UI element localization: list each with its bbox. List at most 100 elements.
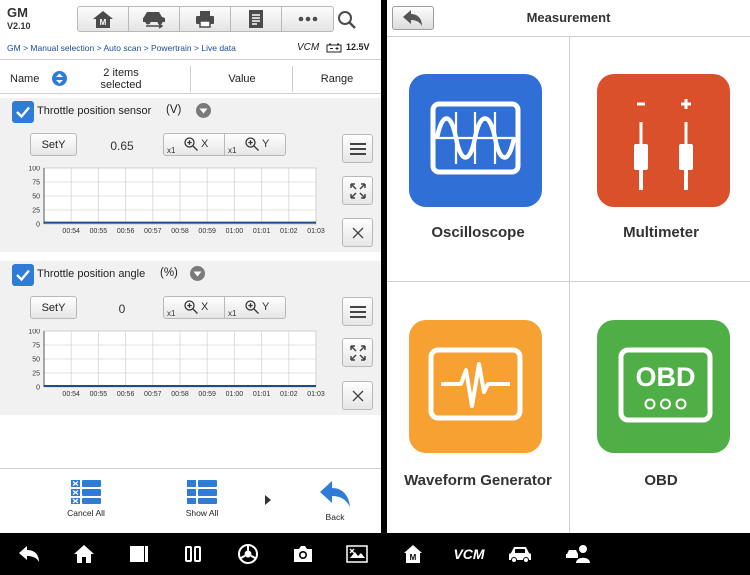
x-tick-label: 00:56	[117, 391, 135, 398]
tile-label: Oscilloscope	[431, 224, 525, 241]
back-icon	[19, 546, 39, 562]
close-graph-button[interactable]	[342, 218, 373, 247]
menu-button[interactable]	[342, 134, 373, 163]
back-arrow-icon	[320, 481, 350, 507]
vcm-label: VCM	[453, 546, 485, 562]
obd-icon: OBD	[597, 320, 730, 453]
breadcrumb-separator: >	[96, 43, 102, 53]
sensor-checkbox[interactable]	[12, 101, 34, 123]
x-tick-label: 00:56	[117, 228, 135, 235]
column-header: Name 2 items selected Value Range	[0, 64, 381, 94]
x-tick-label: 01:03	[307, 391, 325, 398]
search-button[interactable]	[336, 9, 358, 31]
tile-obd[interactable]: OBD OBD	[570, 282, 750, 526]
nav-recent-apps-button[interactable]	[178, 541, 208, 567]
breadcrumb-item[interactable]: Powertrain	[151, 43, 192, 53]
sensor-value: 0	[118, 302, 126, 316]
column-range-header: Range	[320, 73, 354, 85]
expand-icon	[349, 344, 366, 361]
zoom-y-button[interactable]: x1 Y	[225, 297, 285, 318]
nav-vehicle-button[interactable]	[505, 541, 535, 567]
show-all-button[interactable]: Show All	[174, 479, 230, 518]
cancel-all-label: Cancel All	[67, 508, 105, 518]
y-tick-label: 100	[28, 329, 40, 336]
y-tick-label: 50	[32, 357, 40, 364]
more-arrow-icon[interactable]	[264, 495, 272, 505]
breadcrumb-item[interactable]: Auto scan	[103, 43, 141, 53]
sensor-options-dropdown[interactable]	[190, 266, 205, 281]
menu-button[interactable]	[342, 297, 373, 326]
x-tick-label: 00:55	[90, 228, 108, 235]
column-value-header: Value	[228, 73, 256, 85]
tile-oscilloscope[interactable]: Oscilloscope	[387, 37, 569, 281]
zoom-x-button[interactable]: x1 X	[164, 297, 225, 318]
nav-diagnostics-home-button[interactable]: M	[398, 541, 428, 567]
x-tick-label: 01:01	[253, 391, 271, 398]
live-data-panel: GM V2.10 M GM > Manual selection > Auto …	[0, 0, 381, 533]
nav-window-button[interactable]	[124, 541, 154, 567]
home-icon	[74, 545, 94, 563]
more-button[interactable]	[282, 7, 333, 31]
x-tick-label: 01:02	[280, 228, 298, 235]
sety-button[interactable]: SetY	[30, 296, 77, 319]
nav-back-button[interactable]	[14, 541, 44, 567]
cancel-all-button[interactable]: Cancel All	[58, 479, 114, 518]
checkmark-icon	[16, 269, 30, 282]
nav-home-button[interactable]	[69, 541, 99, 567]
zoom-factor: x1	[228, 309, 237, 318]
remote-assist-icon	[566, 545, 590, 563]
x-tick-label: 00:59	[198, 391, 216, 398]
zoom-factor: x1	[167, 309, 176, 318]
vehicle-swap-button[interactable]	[129, 7, 180, 31]
y-tick-label: 75	[32, 180, 40, 187]
sety-button[interactable]: SetY	[30, 133, 77, 156]
zoom-y-button[interactable]: x1 Y	[225, 134, 285, 155]
report-button[interactable]	[231, 7, 282, 31]
hamburger-icon	[349, 305, 366, 318]
breadcrumb-item[interactable]: Manual selection	[30, 43, 94, 53]
nav-screenshot-button[interactable]	[342, 541, 372, 567]
module-label: VCM	[297, 42, 320, 53]
close-icon	[352, 390, 363, 401]
tile-waveform-generator[interactable]: Waveform Generator	[387, 282, 569, 526]
nav-remote-button[interactable]	[563, 541, 593, 567]
car-swap-icon	[143, 12, 165, 29]
sensor-row: Throttle position angle (%) SetY 0 x1 X …	[0, 261, 381, 415]
screenshot-icon	[346, 545, 368, 563]
print-button[interactable]	[180, 7, 231, 31]
x-tick-label: 00:57	[144, 391, 162, 398]
back-button[interactable]: Back	[308, 479, 362, 522]
zoom-controls: x1 X x1 Y	[163, 133, 286, 156]
nav-camera-button[interactable]	[288, 541, 318, 567]
sensor-checkbox[interactable]	[12, 264, 34, 286]
nav-browser-button[interactable]	[233, 541, 263, 567]
expand-button[interactable]	[342, 176, 373, 205]
page-title: Measurement	[526, 10, 611, 25]
car-icon	[509, 547, 531, 563]
close-graph-button[interactable]	[342, 381, 373, 410]
multimeter-icon	[597, 74, 730, 207]
breadcrumb-item[interactable]: GM	[7, 43, 21, 53]
home-button[interactable]: M	[78, 7, 129, 31]
battery-voltage: 12.5V	[346, 42, 370, 52]
zoom-factor: x1	[167, 146, 176, 155]
recent-apps-icon	[185, 546, 201, 562]
bottom-action-bar: Cancel All Show All Back	[0, 468, 381, 533]
zoom-x-button[interactable]: x1 X	[164, 134, 225, 155]
browser-icon	[238, 544, 258, 564]
sensor-row: Throttle position sensor (V) SetY 0.65 x…	[0, 98, 381, 252]
home-m-icon: M	[404, 545, 422, 563]
sort-button[interactable]	[52, 71, 67, 86]
zoom-factor: x1	[228, 146, 237, 155]
brand-block: GM V2.10	[7, 5, 31, 31]
toolbar-button-group: M	[77, 6, 334, 32]
tile-multimeter[interactable]: Multimeter	[570, 37, 750, 281]
waveform-icon	[409, 320, 542, 453]
expand-button[interactable]	[342, 338, 373, 367]
x-tick-label: 00:54	[62, 228, 80, 235]
x-tick-label: 01:03	[307, 228, 325, 235]
sensor-options-dropdown[interactable]	[196, 103, 211, 118]
show-all-icon	[187, 480, 217, 504]
nav-vcm-button[interactable]: VCM	[449, 541, 489, 567]
zoom-in-icon	[184, 300, 198, 314]
